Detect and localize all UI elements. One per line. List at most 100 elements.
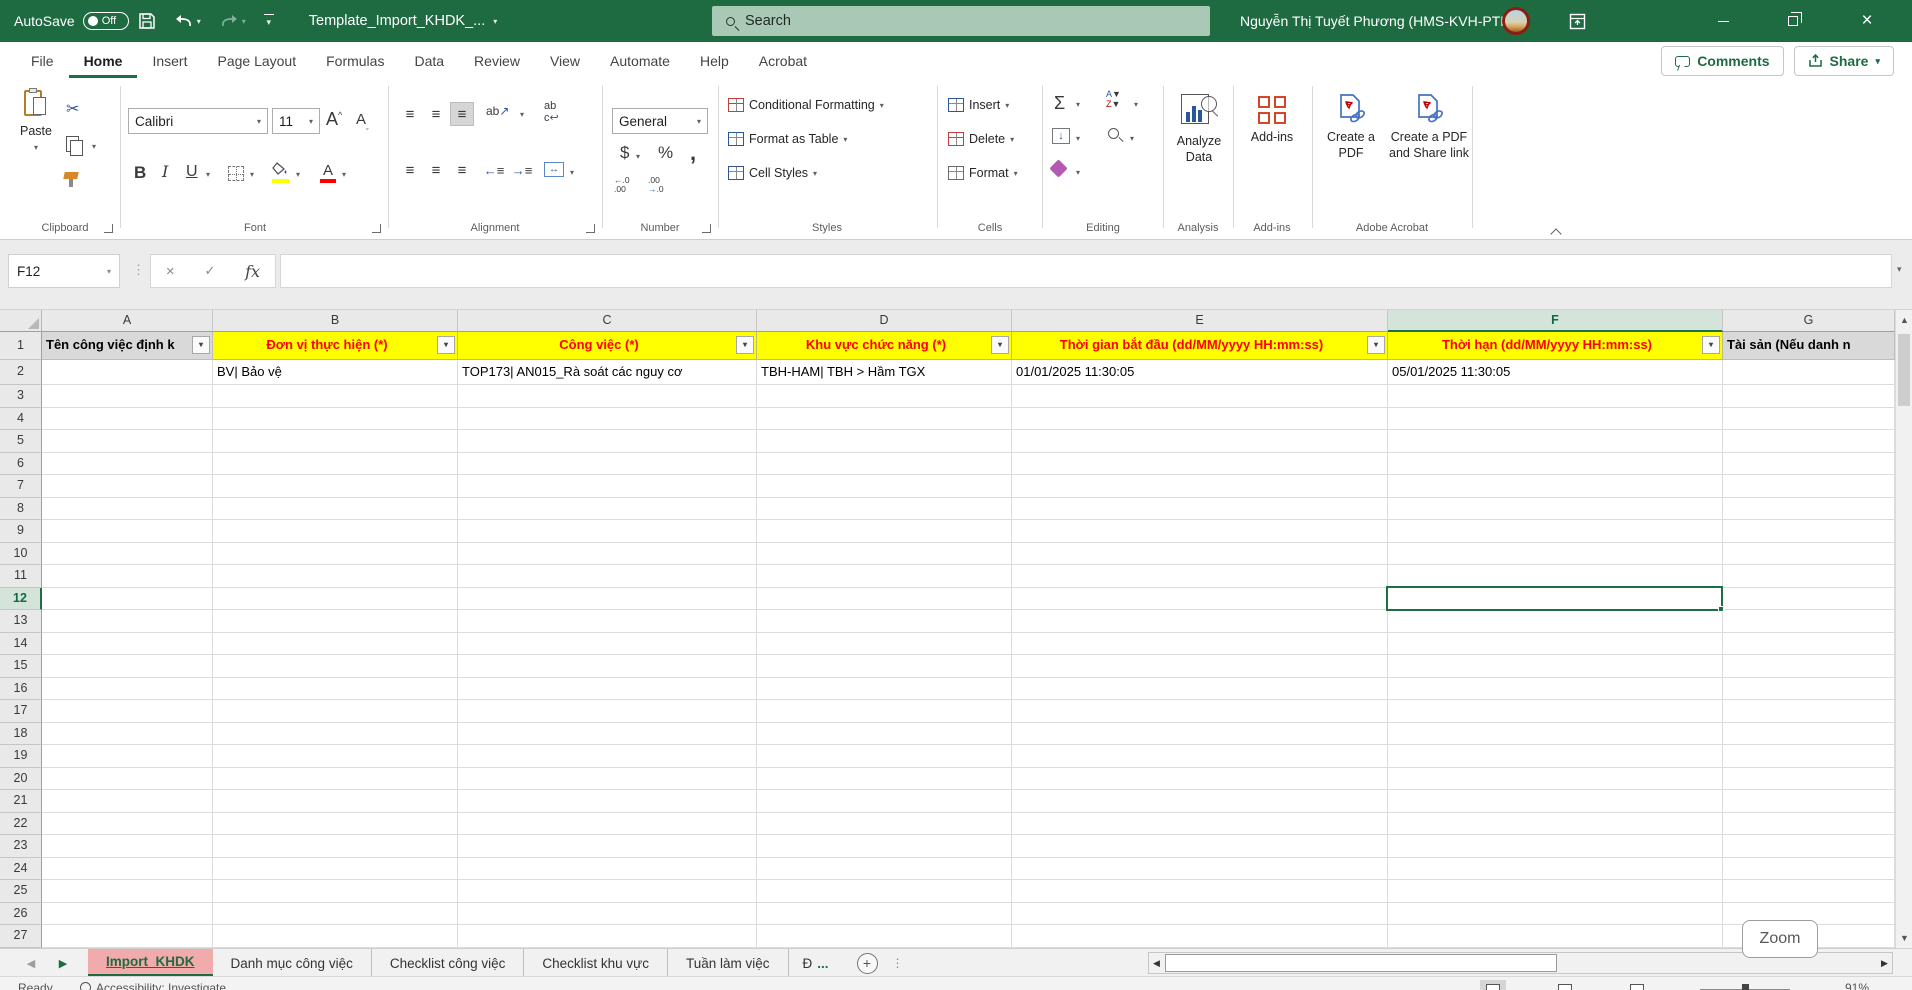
cell-A2[interactable] [42,360,213,385]
cell-B26[interactable] [213,903,458,926]
cell-B14[interactable] [213,633,458,656]
paste-dropdown-icon[interactable]: ▾ [34,143,38,152]
avatar[interactable] [1502,7,1530,35]
cell-B13[interactable] [213,610,458,633]
formula-input[interactable] [280,254,1892,288]
cell-C27[interactable] [458,925,757,948]
cell-G20[interactable] [1723,768,1895,791]
cell-G17[interactable] [1723,700,1895,723]
cell-E27[interactable] [1012,925,1388,948]
cell-D19[interactable] [757,745,1012,768]
fill-color-button[interactable] [272,162,290,182]
format-painter-button[interactable] [64,172,82,188]
cell-E8[interactable] [1012,498,1388,521]
cell-F6[interactable] [1388,453,1723,476]
column-header-F[interactable]: F [1388,310,1723,332]
ribbon-tab-data[interactable]: Data [399,44,459,78]
cell-B18[interactable] [213,723,458,746]
cell-C22[interactable] [458,813,757,836]
cell-G25[interactable] [1723,880,1895,903]
cell-F9[interactable] [1388,520,1723,543]
cell-A18[interactable] [42,723,213,746]
cell-A3[interactable] [42,385,213,408]
ribbon-display-options-button[interactable] [1560,0,1595,42]
cell-F16[interactable] [1388,678,1723,701]
cell-C3[interactable] [458,385,757,408]
cell-E4[interactable] [1012,408,1388,431]
cell-C17[interactable] [458,700,757,723]
zoom-slider-handle[interactable] [1742,984,1749,990]
borders-button[interactable] [228,166,244,181]
ribbon-tab-page-layout[interactable]: Page Layout [202,44,311,78]
row-header-15[interactable]: 15 [0,655,42,678]
cell-B5[interactable] [213,430,458,453]
row-header-13[interactable]: 13 [0,610,42,633]
cell-C18[interactable] [458,723,757,746]
cell-D6[interactable] [757,453,1012,476]
ribbon-tab-acrobat[interactable]: Acrobat [744,44,822,78]
cell-C9[interactable] [458,520,757,543]
cell-C10[interactable] [458,543,757,566]
formula-bar-drag-handle[interactable]: ⋮ [132,262,145,278]
fill-button[interactable]: ↓ [1052,128,1070,144]
increase-font-size-button[interactable]: A^ [326,110,342,128]
cell-D23[interactable] [757,835,1012,858]
scroll-right-icon[interactable]: ▶ [1877,954,1892,972]
restore-button[interactable] [1770,0,1816,42]
cell-F3[interactable] [1388,385,1723,408]
column-header-D[interactable]: D [757,310,1012,332]
bottom-align-button[interactable]: ≡ [450,102,474,126]
cell-A7[interactable] [42,475,213,498]
increase-indent-button[interactable]: →≡ [510,158,534,182]
cell-E7[interactable] [1012,475,1388,498]
paste-button[interactable]: Paste ▾ [12,88,60,152]
cell-B17[interactable] [213,700,458,723]
cell-C20[interactable] [458,768,757,791]
cell-G23[interactable] [1723,835,1895,858]
cell-G19[interactable] [1723,745,1895,768]
align-center-button[interactable]: ≡ [424,158,448,182]
cut-button[interactable]: ✂ [66,102,79,118]
cell-F4[interactable] [1388,408,1723,431]
cell-C19[interactable] [458,745,757,768]
row-header-8[interactable]: 8 [0,498,42,521]
cell-B7[interactable] [213,475,458,498]
cell-G13[interactable] [1723,610,1895,633]
cell-D27[interactable] [757,925,1012,948]
cell-F25[interactable] [1388,880,1723,903]
select-all-corner[interactable] [0,310,42,332]
row-header-25[interactable]: 25 [0,880,42,903]
cell-A25[interactable] [42,880,213,903]
cell-styles-button[interactable]: Cell Styles ▾ [728,166,817,180]
cell-A22[interactable] [42,813,213,836]
filter-dropdown-F[interactable]: ▾ [1702,336,1720,354]
cell-D18[interactable] [757,723,1012,746]
orientation-dropdown-icon[interactable]: ▾ [520,110,524,119]
cell-B9[interactable] [213,520,458,543]
cell-C25[interactable] [458,880,757,903]
autosave-control[interactable]: AutoSave Off [14,12,129,30]
cell-C2[interactable]: TOP173| AN015_Rà soát các nguy cơ [458,360,757,385]
decrease-indent-button[interactable]: ←≡ [482,158,506,182]
cell-E9[interactable] [1012,520,1388,543]
cell-E22[interactable] [1012,813,1388,836]
cell-E20[interactable] [1012,768,1388,791]
cell-E3[interactable] [1012,385,1388,408]
cell-A16[interactable] [42,678,213,701]
cell-D4[interactable] [757,408,1012,431]
increase-decimal-button[interactable]: ←.0.00 [614,176,630,195]
filter-dropdown-B[interactable]: ▾ [437,336,455,354]
cell-F17[interactable] [1388,700,1723,723]
share-button[interactable]: Share ▾ [1794,46,1894,76]
autosum-button[interactable]: Σ [1054,94,1065,112]
sheet-tab-truncated[interactable]: Đ... [789,949,843,977]
cell-F10[interactable] [1388,543,1723,566]
sort-filter-dropdown-icon[interactable]: ▾ [1134,100,1138,109]
row-header-24[interactable]: 24 [0,858,42,881]
cell-C12[interactable] [458,588,757,611]
top-align-button[interactable]: ≡ [398,102,422,126]
fill-dropdown-icon[interactable]: ▾ [1076,134,1080,143]
cell-B16[interactable] [213,678,458,701]
row-header-7[interactable]: 7 [0,475,42,498]
cell-G16[interactable] [1723,678,1895,701]
